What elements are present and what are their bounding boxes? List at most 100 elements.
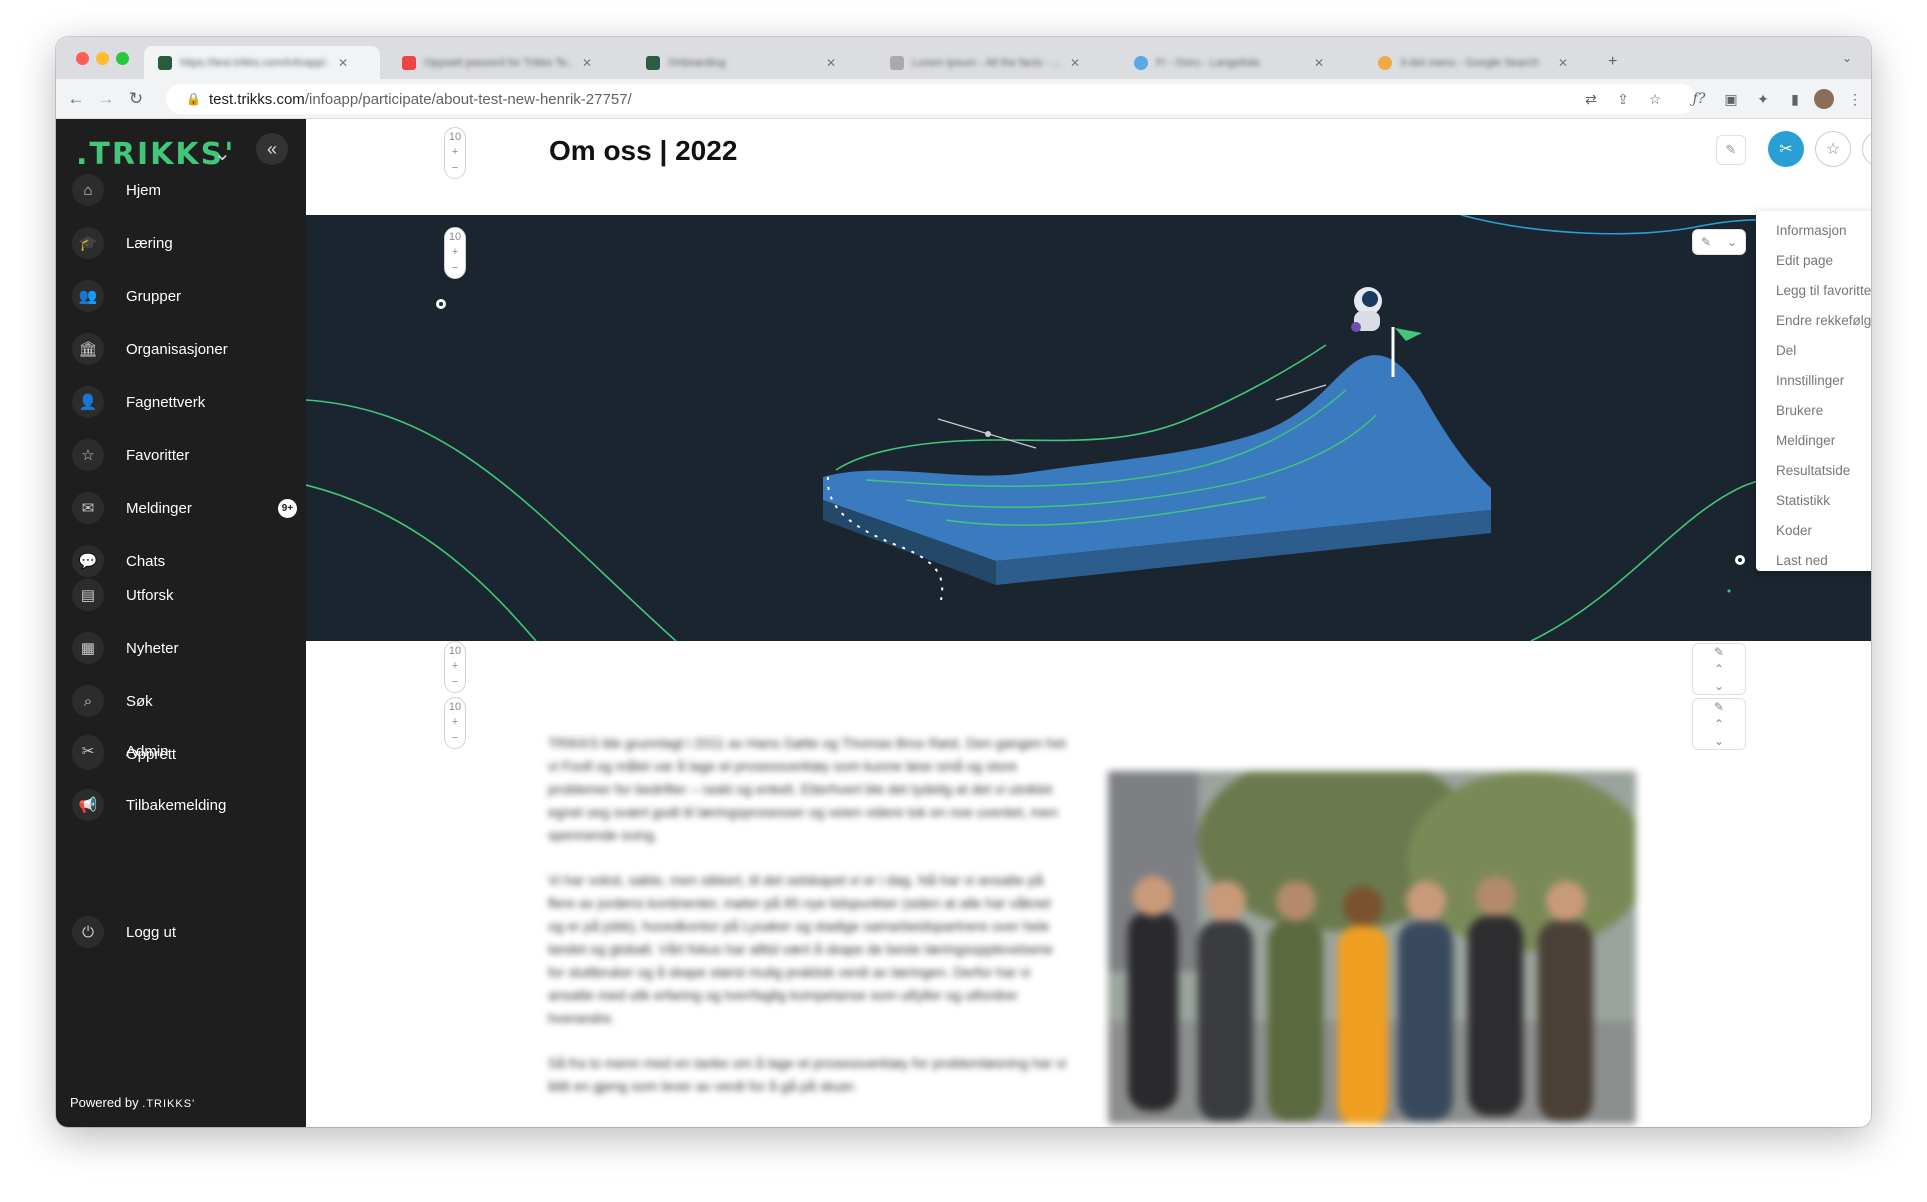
sidebar-item-utforsk[interactable]: ▤ Utforsk bbox=[72, 577, 292, 613]
hero-spacing-stepper[interactable]: 10 + − bbox=[444, 227, 466, 279]
sidebar-item-fagnettverk[interactable]: 👤 Fagnettverk bbox=[72, 384, 292, 420]
tab-title: Fr - Doru - Langeliste bbox=[1156, 56, 1260, 69]
chevron-down-icon[interactable]: ⌄ bbox=[1714, 734, 1724, 748]
reload-icon[interactable]: ↻ bbox=[124, 87, 148, 111]
menu-item-del[interactable]: Del bbox=[1756, 335, 1871, 365]
menu-item-koder[interactable]: Koder bbox=[1756, 515, 1871, 545]
sidebar-item-favoritter[interactable]: ☆ Favoritter bbox=[72, 437, 292, 473]
browser-toolbar: ← → ↻ 🔒 test.trikks.com/infoapp/particip… bbox=[56, 79, 1871, 119]
stepper-plus-button[interactable]: + bbox=[452, 247, 458, 258]
favorite-star-button[interactable]: ☆ bbox=[1815, 131, 1851, 167]
stepper-value: 10 bbox=[448, 131, 462, 144]
stepper-minus-button[interactable]: − bbox=[452, 676, 458, 688]
close-tab-icon[interactable]: ✕ bbox=[1070, 56, 1080, 70]
hero-edit-controls[interactable]: ✎ ⌄ bbox=[1692, 229, 1746, 255]
address-bar[interactable]: 🔒 test.trikks.com/infoapp/participate/ab… bbox=[166, 84, 1696, 114]
chevron-down-icon[interactable]: ⌄ bbox=[214, 141, 231, 166]
bookmark-star-icon[interactable]: ☆ bbox=[1644, 88, 1666, 110]
extension-icon[interactable]: ▣ bbox=[1720, 88, 1742, 110]
menu-item-statistikk[interactable]: Statistikk bbox=[1756, 485, 1871, 515]
sidebar-item-læring[interactable]: 🎓 Læring bbox=[72, 225, 292, 261]
stepper-minus-button[interactable]: − bbox=[452, 732, 458, 744]
tab-title: https://test.trikks.com/infoapp/... bbox=[180, 56, 330, 69]
pencil-icon[interactable]: ✎ bbox=[1701, 235, 1711, 249]
sidebar-item-logout[interactable]: ⏻ Logg ut bbox=[72, 914, 292, 950]
close-tab-icon[interactable]: ✕ bbox=[338, 56, 348, 70]
puzzle-icon[interactable]: ✦ bbox=[1752, 88, 1774, 110]
menu-item-meldinger[interactable]: Meldinger bbox=[1756, 425, 1871, 455]
browser-tab[interactable]: Onboarding ✕ bbox=[632, 46, 868, 79]
section-edit-controls[interactable]: ✎ ⌃ ⌄ bbox=[1692, 698, 1746, 750]
pencil-icon[interactable]: ✎ bbox=[1714, 645, 1724, 659]
menu-item-edit-page[interactable]: Edit page bbox=[1756, 245, 1871, 275]
collapse-sidebar-button[interactable]: « bbox=[256, 133, 288, 165]
admin-tools-button[interactable]: ✂ bbox=[1768, 131, 1804, 167]
menu-item-last-ned[interactable]: Last ned bbox=[1756, 545, 1871, 575]
formula-extension-icon[interactable]: ƒ? bbox=[1688, 88, 1710, 110]
stepper-plus-button[interactable]: + bbox=[452, 717, 458, 728]
stepper-minus-button[interactable]: − bbox=[452, 262, 458, 274]
sidebar-item-chats[interactable]: 💬 Chats bbox=[72, 543, 292, 579]
chevron-down-icon[interactable]: ⌄ bbox=[1714, 679, 1724, 693]
chevron-down-icon[interactable]: ⌄ bbox=[1727, 235, 1737, 249]
menu-item-resultatside[interactable]: Resultatside bbox=[1756, 455, 1871, 485]
browser-tab[interactable]: Fr - Doru - Langeliste ✕ bbox=[1120, 46, 1356, 79]
new-tab-icon[interactable]: + bbox=[1608, 53, 1617, 71]
section-spacing-stepper[interactable]: 10 + − bbox=[444, 697, 466, 749]
sidebar-item-organisasjoner[interactable]: 🏛 Organisasjoner bbox=[72, 331, 292, 367]
back-arrow-icon[interactable]: ← bbox=[64, 87, 88, 111]
side-panel-icon[interactable]: ▮ bbox=[1784, 88, 1806, 110]
translate-icon[interactable]: ⇄ bbox=[1580, 88, 1602, 110]
sidebar-item-grupper[interactable]: 👥 Grupper bbox=[72, 278, 292, 314]
close-tab-icon[interactable]: ✕ bbox=[582, 56, 592, 70]
browser-tab[interactable]: Lorem Ipsum - All the facts - ... ✕ bbox=[876, 46, 1112, 79]
lock-icon: 🔒 bbox=[186, 92, 201, 106]
chevron-up-icon[interactable]: ⌃ bbox=[1714, 662, 1724, 676]
sidebar-item-nyheter[interactable]: ▦ Nyheter bbox=[72, 630, 292, 666]
pencil-icon[interactable]: ✎ bbox=[1714, 700, 1724, 714]
sidebar-item-meldinger[interactable]: ✉ Meldinger 9+ bbox=[72, 490, 297, 526]
chevron-up-icon[interactable]: ⌃ bbox=[1714, 717, 1724, 731]
tab-search-icon[interactable]: ⌄ bbox=[1842, 51, 1852, 65]
sidebar-item-tilbakemelding[interactable]: 📢 Tilbakemelding bbox=[72, 787, 292, 823]
close-tab-icon[interactable]: ✕ bbox=[1558, 56, 1568, 70]
powered-by: Powered by .TRIKKS' bbox=[70, 1095, 195, 1110]
menu-item-brukere[interactable]: Brukere bbox=[1756, 395, 1871, 425]
section-spacing-stepper[interactable]: 10 + − bbox=[444, 641, 466, 693]
close-window-button[interactable] bbox=[76, 52, 89, 65]
edit-title-button[interactable]: ✎ bbox=[1716, 135, 1746, 165]
share-icon[interactable]: ⇪ bbox=[1612, 88, 1634, 110]
stepper-plus-button[interactable]: + bbox=[452, 147, 458, 158]
tab-strip: https://test.trikks.com/infoapp/... ✕ Op… bbox=[56, 37, 1871, 79]
browser-menu-icon[interactable]: ⋮ bbox=[1844, 88, 1866, 110]
menu-item-legg-til-favoritter[interactable]: Legg til favoritter bbox=[1756, 275, 1871, 305]
browser-tab[interactable]: https://test.trikks.com/infoapp/... ✕ bbox=[144, 46, 380, 79]
team-photo bbox=[1108, 771, 1636, 1124]
tab-title: Oppsett passord for Trikks Te... bbox=[424, 56, 574, 69]
menu-item-endre-rekkefølge[interactable]: Endre rekkefølge bbox=[1756, 305, 1871, 335]
sidebar-item-admin[interactable]: ✂ Admin bbox=[72, 733, 292, 769]
power-icon: ⏻ bbox=[72, 916, 104, 948]
more-options-button[interactable]: ⋮ bbox=[1862, 131, 1871, 167]
spacing-stepper[interactable]: 10 + − bbox=[444, 127, 466, 179]
trikks-logo[interactable]: .TRIKKS' bbox=[76, 137, 235, 172]
sidebar-item-søk[interactable]: ⌕ Søk bbox=[72, 683, 292, 719]
sidebar-item-hjem[interactable]: ⌂ Hjem bbox=[72, 172, 292, 208]
url-path: /infoapp/participate/about-test-new-henr… bbox=[304, 90, 632, 108]
close-tab-icon[interactable]: ✕ bbox=[826, 56, 836, 70]
stepper-minus-button[interactable]: − bbox=[452, 162, 458, 174]
sidebar-item-label: Logg ut bbox=[126, 923, 177, 941]
stepper-plus-button[interactable]: + bbox=[452, 661, 458, 672]
menu-item-innstillinger[interactable]: Innstillinger bbox=[1756, 365, 1871, 395]
close-tab-icon[interactable]: ✕ bbox=[1314, 56, 1324, 70]
browser-tab[interactable]: Oppsett passord for Trikks Te... ✕ bbox=[388, 46, 624, 79]
section-edit-controls[interactable]: ✎ ⌃ ⌄ bbox=[1692, 643, 1746, 695]
forward-arrow-icon[interactable]: → bbox=[94, 87, 118, 111]
favicon-icon bbox=[158, 55, 172, 70]
profile-avatar[interactable] bbox=[1814, 89, 1834, 109]
sidebar-item-label: Fagnettverk bbox=[126, 393, 206, 411]
maximize-window-button[interactable] bbox=[116, 52, 129, 65]
menu-item-informasjon[interactable]: Informasjon bbox=[1756, 215, 1871, 245]
browser-tab[interactable]: 3-dot menu - Google Search ✕ bbox=[1364, 46, 1600, 79]
minimize-window-button[interactable] bbox=[96, 52, 109, 65]
